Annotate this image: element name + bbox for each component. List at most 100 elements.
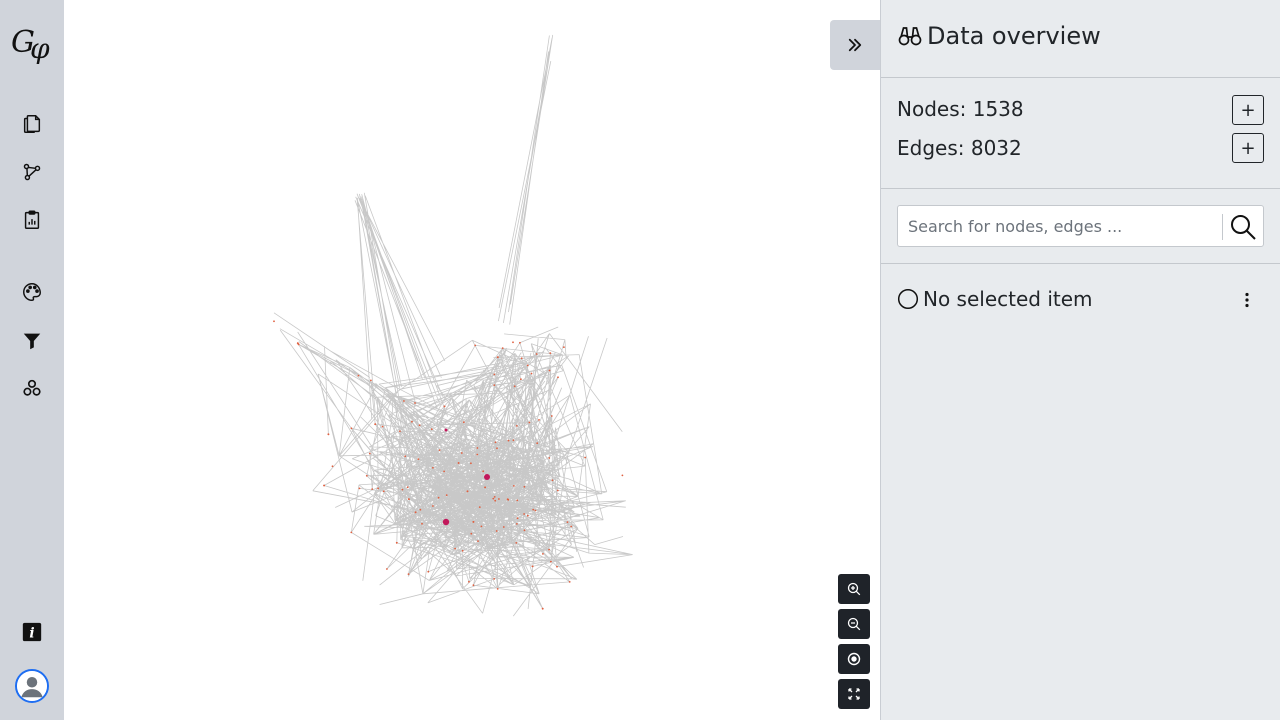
graph-node[interactable] bbox=[404, 455, 407, 458]
graph-node[interactable] bbox=[331, 465, 334, 468]
graph-node[interactable] bbox=[538, 419, 540, 421]
graph-node[interactable] bbox=[484, 486, 486, 489]
graph-node[interactable] bbox=[566, 521, 569, 523]
graph-node[interactable] bbox=[492, 497, 495, 500]
graph-node[interactable] bbox=[408, 498, 410, 500]
graph-node[interactable] bbox=[323, 484, 325, 487]
graph-node[interactable] bbox=[496, 356, 499, 359]
graph-node[interactable] bbox=[507, 439, 510, 442]
graph-node[interactable] bbox=[523, 485, 526, 488]
graph-node[interactable] bbox=[516, 523, 518, 525]
graph-node[interactable] bbox=[377, 487, 379, 490]
graph-node[interactable] bbox=[350, 427, 353, 430]
graph-node[interactable] bbox=[512, 341, 514, 344]
graph-node[interactable] bbox=[462, 421, 465, 424]
graph-node[interactable] bbox=[512, 439, 515, 442]
graph-node[interactable] bbox=[541, 607, 544, 610]
graph-node[interactable] bbox=[454, 547, 456, 550]
graph-node[interactable] bbox=[417, 458, 420, 460]
graph-node[interactable] bbox=[516, 499, 519, 502]
graph-node[interactable] bbox=[358, 487, 361, 490]
graph-node[interactable] bbox=[371, 488, 374, 490]
graph-node[interactable] bbox=[480, 525, 483, 528]
sidebar-item-statistics[interactable] bbox=[16, 204, 48, 236]
sidebar-item-file[interactable] bbox=[16, 108, 48, 140]
graph-node[interactable] bbox=[549, 352, 552, 354]
graph-node[interactable] bbox=[460, 452, 463, 454]
graph-node[interactable] bbox=[432, 505, 434, 507]
graph-node[interactable] bbox=[474, 344, 477, 347]
graph-node[interactable] bbox=[470, 462, 472, 465]
graph-node[interactable] bbox=[418, 424, 421, 427]
graph-node[interactable] bbox=[563, 346, 565, 349]
graph-node[interactable] bbox=[542, 553, 544, 555]
fullscreen-button[interactable] bbox=[838, 679, 870, 709]
graph-node[interactable] bbox=[496, 588, 499, 590]
graph-node[interactable] bbox=[273, 320, 275, 323]
graph-node[interactable] bbox=[438, 449, 441, 451]
graph-node[interactable] bbox=[530, 372, 533, 375]
graph-node[interactable] bbox=[395, 541, 398, 544]
more-options-button[interactable] bbox=[1237, 288, 1257, 312]
graph-node[interactable] bbox=[550, 415, 553, 417]
graph-node[interactable] bbox=[548, 457, 551, 459]
graph-node[interactable] bbox=[430, 428, 433, 431]
graph-node[interactable] bbox=[523, 529, 526, 532]
graph-node[interactable] bbox=[557, 376, 559, 379]
graph-node[interactable] bbox=[493, 384, 496, 386]
graph-node[interactable] bbox=[501, 347, 504, 349]
graph-node[interactable] bbox=[403, 400, 405, 402]
graph-node[interactable] bbox=[551, 479, 554, 482]
graph-node[interactable] bbox=[495, 530, 498, 532]
graph-node[interactable] bbox=[472, 521, 475, 523]
graph-node[interactable] bbox=[536, 442, 539, 445]
zoom-in-button[interactable] bbox=[838, 574, 870, 604]
graph-node[interactable] bbox=[374, 423, 377, 425]
graph-node[interactable] bbox=[443, 405, 446, 408]
graph-node[interactable] bbox=[472, 584, 475, 587]
zoom-out-button[interactable] bbox=[838, 609, 870, 639]
graph-node[interactable] bbox=[327, 433, 330, 436]
graph-node[interactable] bbox=[421, 522, 423, 525]
graph-node[interactable] bbox=[482, 470, 485, 473]
graph-node[interactable] bbox=[494, 499, 497, 502]
graph-node[interactable] bbox=[532, 508, 535, 511]
graph-node[interactable] bbox=[548, 369, 551, 372]
graph-node[interactable] bbox=[493, 496, 496, 498]
search-button[interactable] bbox=[1228, 212, 1258, 242]
graph-node[interactable] bbox=[365, 474, 368, 477]
graph-node[interactable] bbox=[570, 525, 573, 528]
graph-node[interactable] bbox=[476, 447, 479, 449]
graph-node[interactable] bbox=[584, 456, 587, 459]
graph-node[interactable] bbox=[470, 532, 473, 535]
graph-hub-node[interactable] bbox=[484, 474, 490, 480]
graph-node[interactable] bbox=[498, 498, 500, 500]
graph-node[interactable] bbox=[568, 581, 571, 583]
graph-node[interactable] bbox=[461, 549, 464, 552]
graph-node[interactable] bbox=[531, 565, 534, 568]
graph-node[interactable] bbox=[468, 580, 470, 583]
graph-node[interactable] bbox=[414, 402, 416, 404]
graph-node[interactable] bbox=[523, 513, 525, 515]
graph-node[interactable] bbox=[370, 379, 372, 382]
graph-node[interactable] bbox=[478, 506, 481, 508]
graph-node[interactable] bbox=[535, 353, 538, 355]
graph-hub-node[interactable] bbox=[442, 518, 450, 526]
graph-node[interactable] bbox=[516, 517, 519, 520]
graph-node[interactable] bbox=[457, 462, 460, 464]
graph-node[interactable] bbox=[401, 488, 404, 491]
graph-node[interactable] bbox=[548, 548, 550, 551]
graph-node[interactable] bbox=[502, 526, 505, 528]
graph-node[interactable] bbox=[419, 508, 422, 511]
center-view-button[interactable] bbox=[838, 644, 870, 674]
app-logo[interactable]: G φ bbox=[8, 18, 56, 66]
graph-node[interactable] bbox=[513, 385, 516, 388]
graph-node[interactable] bbox=[381, 425, 384, 428]
graph-node[interactable] bbox=[382, 490, 385, 493]
graph-node[interactable] bbox=[386, 568, 388, 570]
graph-node[interactable] bbox=[520, 378, 522, 381]
graph-node[interactable] bbox=[506, 498, 509, 501]
graph-node[interactable] bbox=[432, 466, 434, 469]
graph-node[interactable] bbox=[534, 509, 537, 512]
graph-node[interactable] bbox=[496, 447, 498, 450]
